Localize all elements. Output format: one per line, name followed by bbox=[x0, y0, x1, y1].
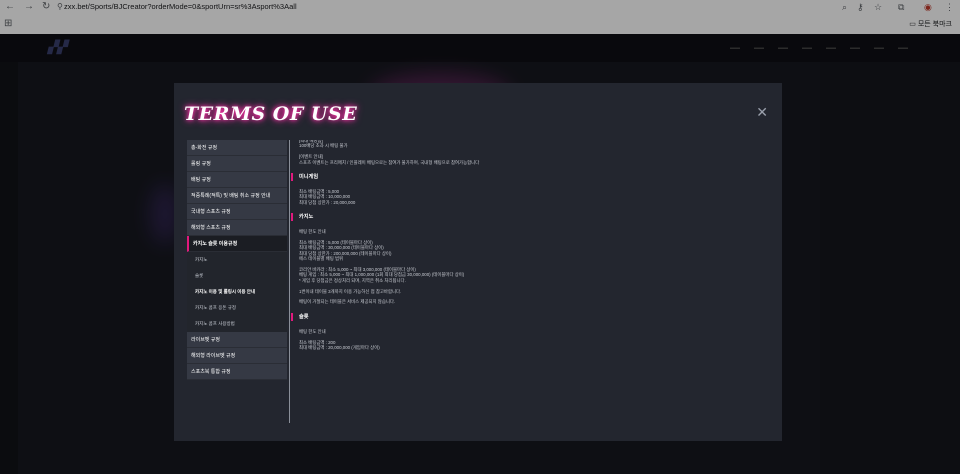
menu-item-rolling[interactable]: 롤링 규정 bbox=[187, 156, 287, 172]
section-title-slot: 슬롯 bbox=[291, 312, 759, 321]
menu-item-overseas-livebet[interactable]: 해외형 라이브벳 규정 bbox=[187, 348, 287, 364]
menu-item-special-cases[interactable]: 적중특례(적특) 및 배팅 취소 규정 안내 bbox=[187, 188, 287, 204]
section-title-casino: 카지노 bbox=[291, 213, 759, 222]
terms-content: [최대 배당금] 100배당 초과 시 배팅 불가 [이벤트 안내] 스포츠 이벤트는… bbox=[291, 140, 759, 351]
section-title-minigame: 미니게임 bbox=[291, 173, 759, 182]
close-icon[interactable]: ✕ bbox=[756, 105, 768, 119]
slot-block: 배팅 한도 안내 최소 배팅금액 : 200 최대 배팅금액 : 20,000,00… bbox=[299, 329, 759, 351]
casino-block: 배팅 한도 안내 최소 배팅금액 : 5,000 (테이블마다 상이) 최대 배팅금… bbox=[299, 229, 759, 305]
terms-menu: 총-화전 규정 롤링 규정 배팅 규정 적중특례(적특) 및 배팅 취소 규정 … bbox=[187, 140, 287, 380]
terms-line: 스포츠 이벤트는 프리매치 / 인플레이 배팅으로는 참여가 불가하며, 국내형… bbox=[299, 159, 480, 165]
menu-item-livebet[interactable]: 라이브벳 규정 bbox=[187, 332, 287, 348]
menu-item-casino-slot[interactable]: 카지노 슬롯 이용규정 bbox=[187, 236, 287, 252]
terms-content-scroll[interactable]: [최대 배당금] 100배당 초과 시 배팅 불가 [이벤트 안내] 스포츠 이벤트는… bbox=[289, 140, 770, 423]
terms-line: 최대 배팅금액 : 20,000,000 (게임마다 상이) bbox=[299, 345, 380, 351]
modal-title: TERMS OF USE bbox=[184, 103, 358, 125]
submenu-item-comp-rules[interactable]: 카지노 콤프 응돈 규정 bbox=[187, 300, 287, 316]
menu-item-overseas-sports[interactable]: 해외형 스포츠 규정 bbox=[187, 220, 287, 236]
intro-block: [최대 배당금] 100배당 초과 시 배팅 불가 [이벤트 안내] 스포츠 이벤트는… bbox=[299, 140, 759, 165]
terms-line: 최대 당첨 상한가 : 20,000,000 bbox=[299, 199, 356, 205]
submenu-item-slot[interactable]: 슬롯 bbox=[187, 268, 287, 284]
minigame-block: 최소 배팅금액 : 5,000 최대 배팅금액 : 10,000,000 최대 당첨… bbox=[299, 189, 759, 205]
menu-item-domestic-sports[interactable]: 국내형 스포츠 규정 bbox=[187, 204, 287, 220]
submenu-item-casino-usage[interactable]: 카지노 이용 및 롤링시 이용 안내 bbox=[187, 284, 287, 300]
terms-line: 배팅이 거절되는 테이블은 서비스 제공되지 않습니다. bbox=[299, 299, 396, 305]
terms-modal: TERMS OF USE ✕ 총-화전 규정 롤링 규정 배팅 규정 적중특례(… bbox=[174, 83, 782, 441]
menu-item-general[interactable]: 총-화전 규정 bbox=[187, 140, 287, 156]
submenu-item-comp-usage[interactable]: 카지노 콤프 사용방법 bbox=[187, 316, 287, 332]
content-divider bbox=[289, 140, 290, 423]
menu-item-sportsbook[interactable]: 스포츠북 통합 규정 bbox=[187, 364, 287, 380]
menu-item-betting[interactable]: 배팅 규정 bbox=[187, 172, 287, 188]
submenu-item-casino[interactable]: 카지노 bbox=[187, 252, 287, 268]
